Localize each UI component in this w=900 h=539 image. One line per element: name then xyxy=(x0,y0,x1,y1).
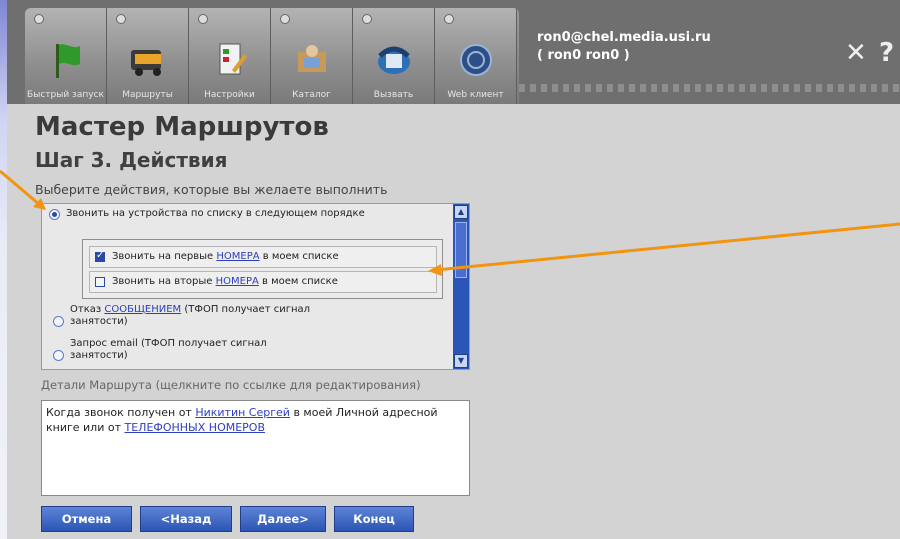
main-toolbar: Быстрый запуск Маршруты Настройки Катало… xyxy=(25,8,519,104)
next-button[interactable]: Далее> xyxy=(240,506,326,532)
call-label: Вызвать xyxy=(373,90,414,100)
scroll-up-icon[interactable]: ▲ xyxy=(454,205,468,219)
settings-button[interactable]: Настройки xyxy=(189,8,271,104)
option-email-request-radio[interactable] xyxy=(53,350,64,361)
catalog-icon xyxy=(290,38,334,82)
web-client-button[interactable]: Web клиент xyxy=(435,8,517,104)
finish-button[interactable]: Конец xyxy=(334,506,414,532)
option-reject-message-label: Отказ СООБЩЕНИЕМ (ТФОП получает сигнал з… xyxy=(70,304,311,327)
quick-launch-button[interactable]: Быстрый запуск xyxy=(25,8,107,104)
web-client-label: Web клиент xyxy=(447,90,504,100)
back-button[interactable]: <Назад xyxy=(140,506,232,532)
reject-message-link[interactable]: СООБЩЕНИЕМ xyxy=(104,304,181,315)
user-email: ron0@chel.media.usi.ru xyxy=(537,30,711,45)
call-second-checkbox[interactable] xyxy=(95,277,105,287)
indicator-light-icon xyxy=(198,14,208,24)
scroll-down-icon[interactable]: ▼ xyxy=(454,354,468,368)
call-first-row: Звонить на первые НОМЕРА в моем списке xyxy=(89,246,437,268)
settings-icon xyxy=(208,38,252,82)
web-client-icon xyxy=(454,38,498,82)
actions-list: Звонить на устройства по списку в следую… xyxy=(41,203,470,370)
quick-launch-label: Быстрый запуск xyxy=(27,90,104,100)
call-second-row: Звонить на вторые НОМЕРА в моем списке xyxy=(89,271,437,293)
close-icon[interactable]: ✕ xyxy=(845,38,867,68)
indicator-light-icon xyxy=(34,14,44,24)
toolbar-divider xyxy=(519,84,900,92)
routes-icon xyxy=(126,38,170,82)
indicator-light-icon xyxy=(444,14,454,24)
app-window: Быстрый запуск Маршруты Настройки Катало… xyxy=(7,0,900,539)
top-bar: Быстрый запуск Маршруты Настройки Катало… xyxy=(7,0,900,104)
scroll-thumb[interactable] xyxy=(455,222,467,278)
routes-label: Маршруты xyxy=(122,90,173,100)
phone-numbers-link[interactable]: ТЕЛЕФОННЫХ НОМЕРОВ xyxy=(125,421,266,434)
option-call-devices-label: Звонить на устройства по списку в следую… xyxy=(66,208,365,219)
contact-link[interactable]: Никитин Сергей xyxy=(195,406,290,419)
catalog-button[interactable]: Каталог xyxy=(271,8,353,104)
indicator-light-icon xyxy=(362,14,372,24)
flag-icon xyxy=(44,38,88,82)
phone-icon xyxy=(372,38,416,82)
wizard-prompt: Выберите действия, которые вы желаете вы… xyxy=(35,182,388,197)
route-details-box: Когда звонок получен от Никитин Сергей в… xyxy=(41,400,470,496)
wizard-buttons: Отмена <Назад Далее> Конец xyxy=(41,506,414,532)
help-icon[interactable]: ? xyxy=(879,38,894,68)
call-button[interactable]: Вызвать xyxy=(353,8,435,104)
option-call-devices-radio[interactable] xyxy=(49,209,60,220)
settings-label: Настройки xyxy=(204,90,255,100)
actions-scrollbar[interactable]: ▲ ▼ xyxy=(453,204,469,369)
indicator-light-icon xyxy=(116,14,126,24)
cancel-button[interactable]: Отмена xyxy=(41,506,132,532)
option-email-request-label: Запрос email (ТФОП получает сигнал занят… xyxy=(70,338,267,361)
wizard-title: Мастер Маршрутов xyxy=(35,112,329,142)
wizard-step: Шаг 3. Действия xyxy=(35,148,228,172)
routes-button[interactable]: Маршруты xyxy=(107,8,189,104)
catalog-label: Каталог xyxy=(292,90,331,100)
option-reject-message-radio[interactable] xyxy=(53,316,64,327)
call-second-text: Звонить на вторые НОМЕРА в моем списке xyxy=(112,276,338,287)
indicator-light-icon xyxy=(280,14,290,24)
call-order-group: Звонить на первые НОМЕРА в моем списке З… xyxy=(82,239,443,299)
call-first-numbers-link[interactable]: НОМЕРА xyxy=(216,251,259,262)
route-details-label: Детали Маршрута (щелкните по ссылке для … xyxy=(41,378,421,392)
user-name: ( ron0 ron0 ) xyxy=(537,48,630,63)
call-first-checkbox[interactable] xyxy=(95,250,105,262)
call-second-numbers-link[interactable]: НОМЕРА xyxy=(216,276,259,287)
call-first-text: Звонить на первые НОМЕРА в моем списке xyxy=(112,251,339,262)
